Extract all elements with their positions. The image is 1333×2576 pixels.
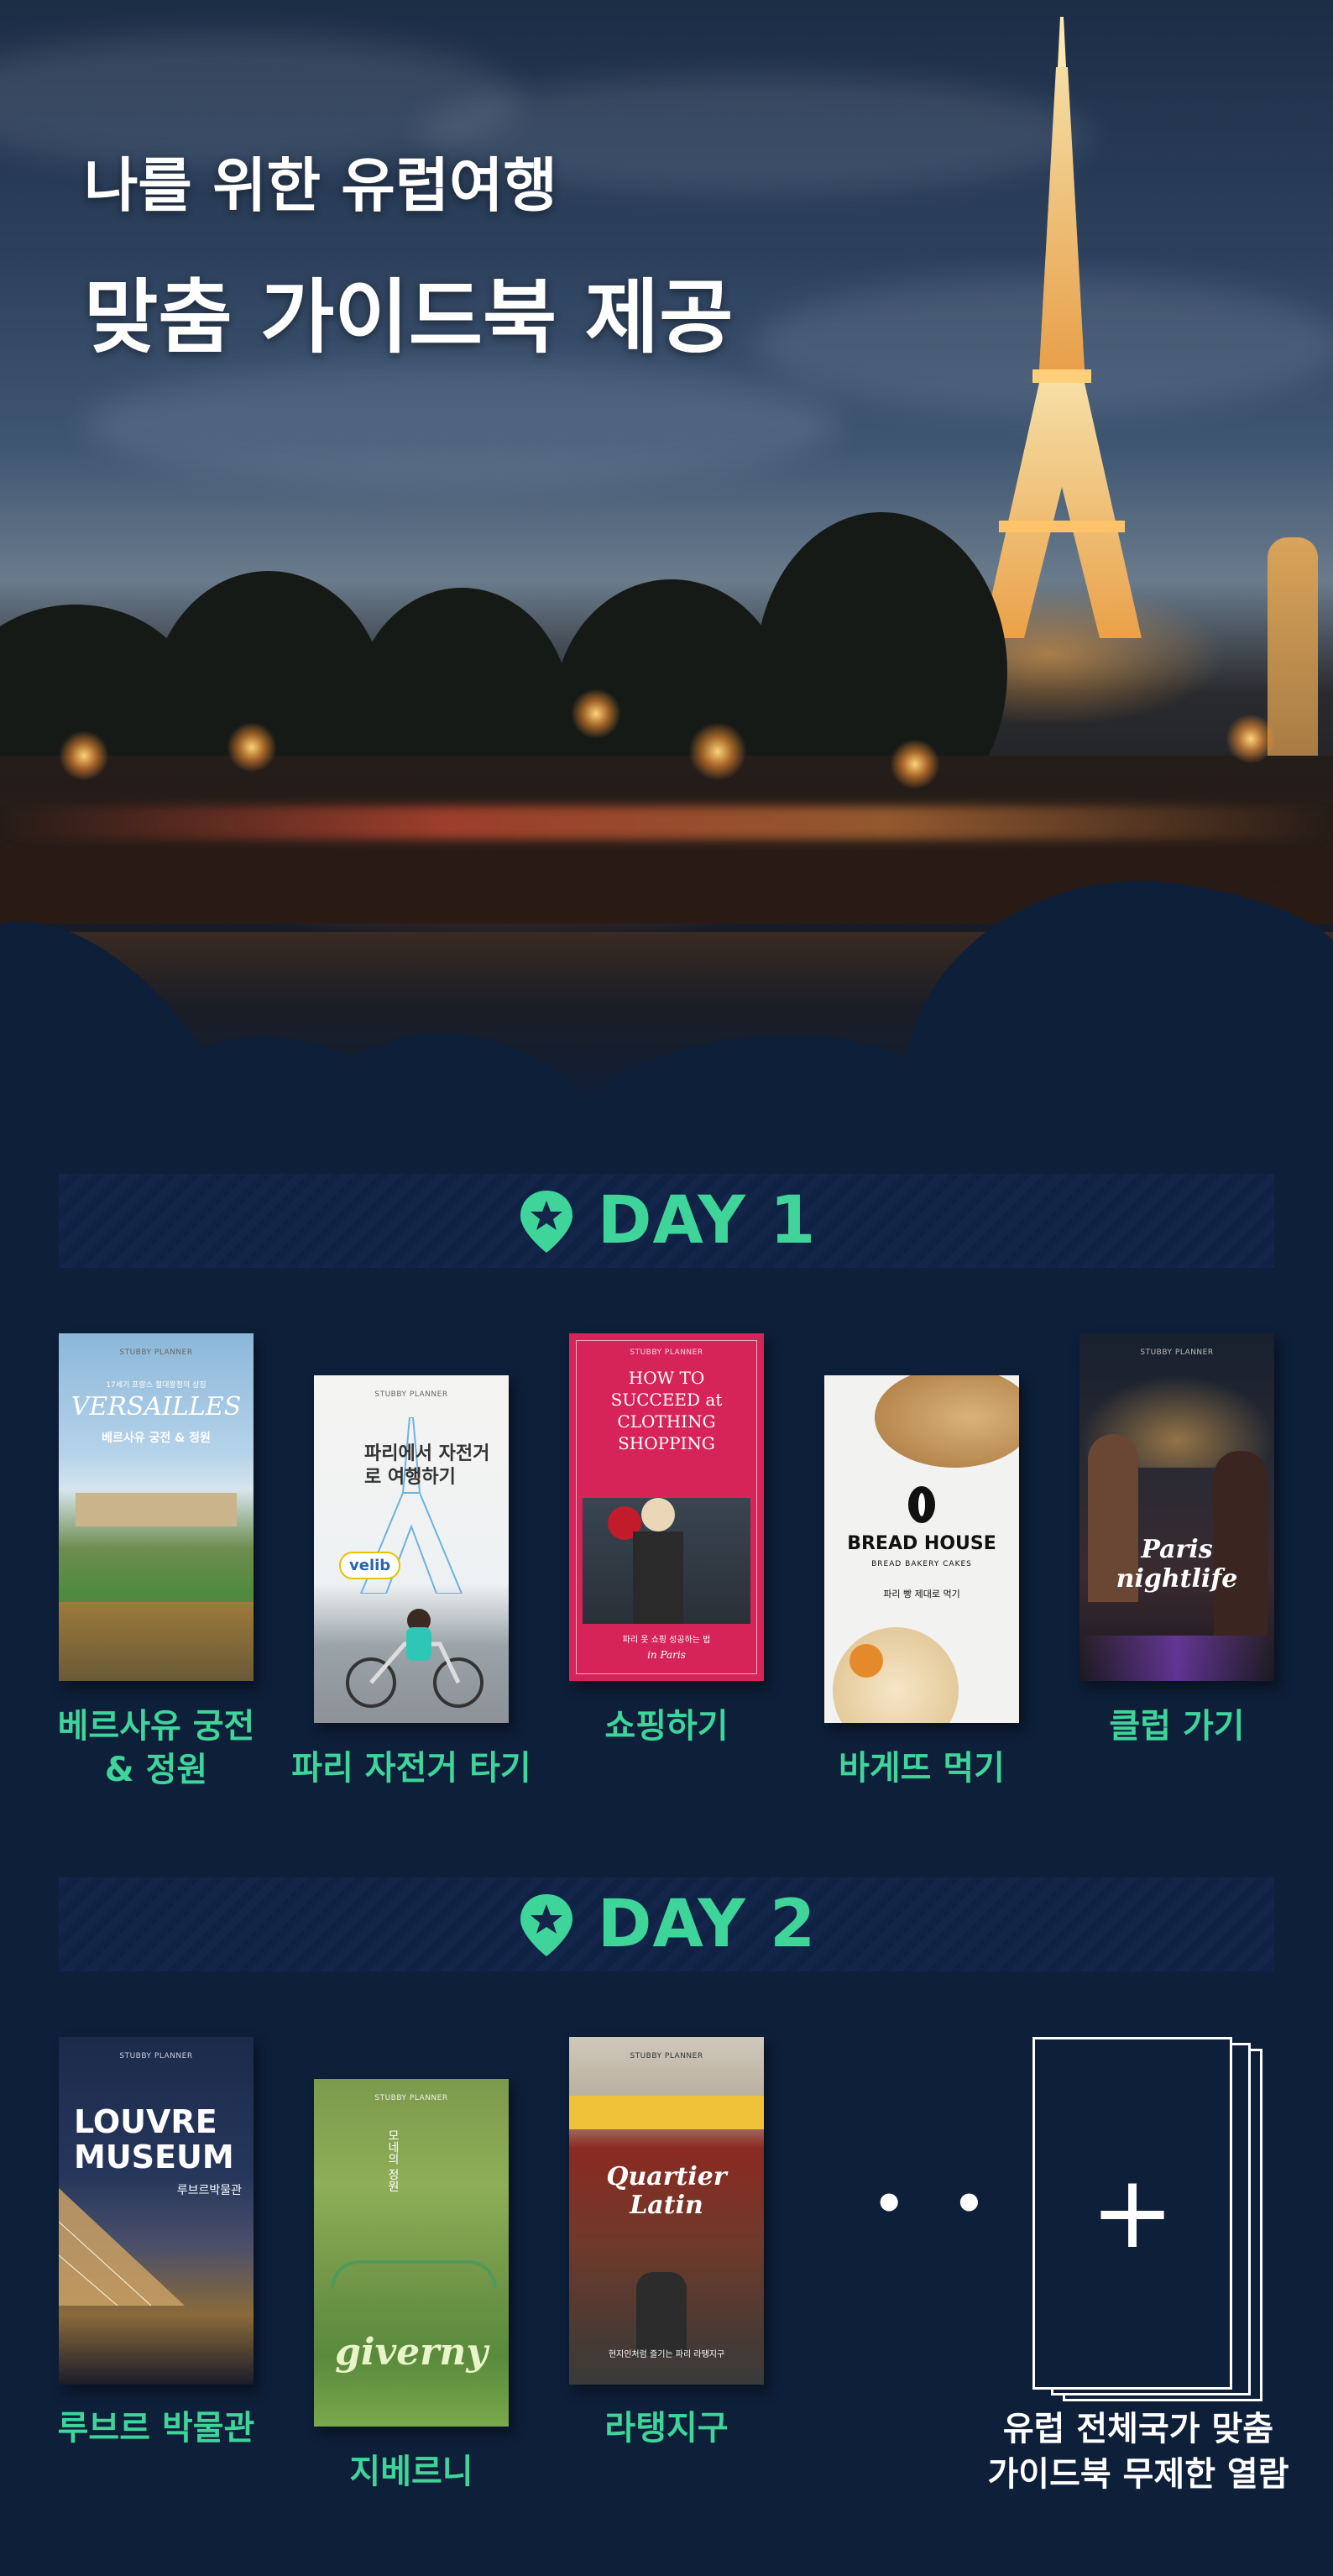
cover-subtitle: BREAD BAKERY CAKES — [871, 1560, 972, 1568]
hero-section: 나를 위한 유럽여행 맞춤 가이드북 제공 — [0, 0, 1333, 1117]
cover-subtitle: 베르사유 궁전 & 정원 — [102, 1432, 211, 1445]
cover-title: 파리에서 자전거로 여행하기 — [364, 1443, 490, 1488]
map-pin-star-icon — [520, 1191, 572, 1253]
cover-tag: velib — [339, 1552, 401, 1579]
street-light — [227, 722, 277, 772]
cover-photo — [583, 1498, 750, 1624]
cover-publisher: STUBBY PLANNER — [630, 2052, 703, 2060]
guidebook-latin-quarter[interactable]: STUBBY PLANNER Quartier Latin 현지인처럼 즐기는 … — [569, 2037, 764, 2385]
day1-title: DAY 1 — [597, 1183, 817, 1259]
cover-publisher: STUBBY PLANNER — [119, 2052, 193, 2060]
wheat-icon — [908, 1486, 935, 1523]
street-light — [890, 739, 940, 789]
cover-tag: 17세기 프랑스 절대왕정의 상징 — [106, 1381, 206, 1390]
hero-headline-line2: 맞춤 가이드북 제공 — [84, 270, 734, 364]
guidebook-louvre[interactable]: STUBBY PLANNER LOUVRE MUSEUM 루브르박물관 — [59, 2037, 254, 2385]
cover-publisher: STUBBY PLANNER — [119, 1348, 193, 1357]
cover-title: VERSAILLES — [71, 1392, 242, 1422]
guidebook-paris-bike[interactable]: STUBBY PLANNER 파리에서 자전거로 여행하기 velib — [314, 1375, 509, 1723]
bridge-shape — [331, 2260, 497, 2289]
caption-paris-bike: 파리 자전거 타기 — [291, 1749, 531, 1788]
street-light — [1226, 714, 1276, 764]
purple-light — [1079, 1636, 1274, 1681]
cover-publisher: STUBBY PLANNER — [1140, 1348, 1214, 1357]
river — [0, 932, 1333, 1117]
guidebook-giverny[interactable]: STUBBY PLANNER 모네의 정원 giverny — [314, 2079, 509, 2427]
light-streak — [0, 806, 1333, 840]
cover-title: giverny — [335, 2331, 488, 2374]
fountain-shape — [59, 1602, 254, 1681]
day2-banner: DAY 2 — [59, 1877, 1274, 1971]
person-silhouette — [636, 2272, 687, 2356]
cover-title: Paris nightlife — [1116, 1535, 1238, 1594]
street-light — [571, 689, 621, 739]
cover-title: HOW TO SUCCEED at CLOTHING SHOPPING — [610, 1368, 723, 1453]
embankment — [0, 756, 1333, 924]
caption-latin-quarter: 라탱지구 — [604, 2409, 729, 2448]
caption-versailles: 베르사유 궁전 & 정원 — [57, 1707, 255, 1789]
cover-publisher: STUBBY PLANNER — [374, 1390, 448, 1399]
cloud — [84, 361, 839, 487]
more-guidebooks-card[interactable]: + — [1032, 2037, 1232, 2390]
cover-title: Quartier Latin — [606, 2162, 727, 2220]
bread-loaf — [875, 1375, 1019, 1468]
cover-publisher: STUBBY PLANNER — [374, 2094, 448, 2102]
hero-headline-line1: 나를 위한 유럽여행 — [84, 151, 557, 220]
cover-tag: in Paris — [647, 1649, 686, 1661]
cover-subtitle: 모네의 정원 — [386, 2129, 400, 2192]
jam-jar — [849, 1644, 883, 1678]
caption-club: 클럽 가기 — [1109, 1707, 1245, 1746]
bicycle-icon — [346, 1609, 484, 1708]
caption-louvre: 루브르 박물관 — [57, 2409, 255, 2448]
palace-shape — [76, 1493, 237, 1526]
person-body — [633, 1531, 683, 1624]
cover-subtitle: 현지인처럼 즐기는 파리 라탱지구 — [608, 2350, 725, 2359]
person-head — [641, 1498, 675, 1531]
day1-banner: DAY 1 — [59, 1174, 1274, 1268]
street-light — [688, 722, 747, 781]
caption-giverny: 지베르니 — [349, 2453, 473, 2491]
map-pin-star-icon — [520, 1894, 572, 1956]
unlimited-guidebook-caption: 유럽 전체국가 맞춤 가이드북 무제한 열람 — [987, 2410, 1289, 2494]
plus-icon: + — [1090, 2155, 1175, 2271]
guidebook-club[interactable]: STUBBY PLANNER Paris nightlife — [1079, 1333, 1274, 1681]
eiffel-tower-illustration — [982, 17, 1142, 638]
guidebook-shopping[interactable]: STUBBY PLANNER HOW TO SUCCEED at CLOTHIN… — [569, 1333, 764, 1681]
caption-baguette: 바게뜨 먹기 — [839, 1749, 1005, 1788]
cover-title: BREAD HOUSE — [847, 1533, 996, 1554]
cover-publisher: STUBBY PLANNER — [630, 1348, 703, 1357]
pyramid-illustration — [59, 2188, 185, 2306]
guidebook-baguette[interactable]: BREAD HOUSE BREAD BAKERY CAKES 파리 빵 제대로 … — [824, 1375, 1019, 1723]
cover-tag: 파리 빵 제대로 먹기 — [883, 1589, 960, 1600]
guidebook-versailles[interactable]: STUBBY PLANNER 17세기 프랑스 절대왕정의 상징 VERSAIL… — [59, 1333, 254, 1681]
plate — [833, 1627, 959, 1723]
street-light — [59, 730, 109, 781]
day2-title: DAY 2 — [597, 1887, 817, 1962]
shop-sign — [569, 2096, 764, 2129]
caption-shopping: 쇼핑하기 — [604, 1707, 729, 1746]
cover-subtitle: 파리 옷 쇼핑 성공하는 법 — [622, 1636, 711, 1645]
